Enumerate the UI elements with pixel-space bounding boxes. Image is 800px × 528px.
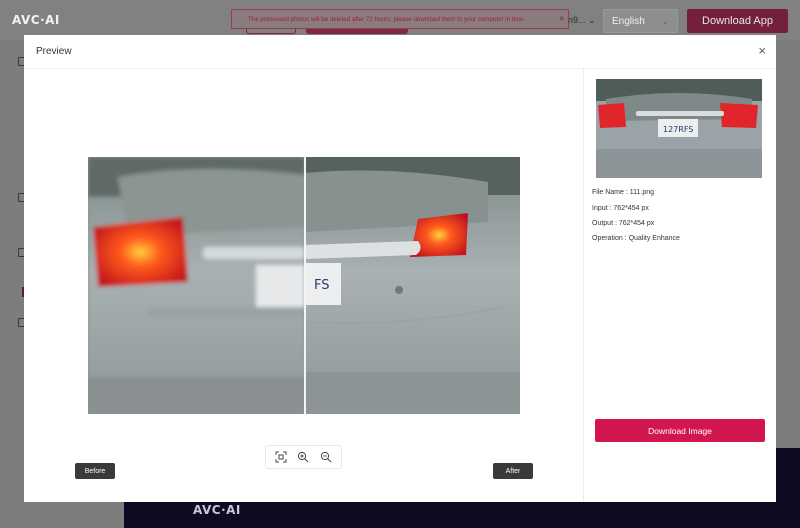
- zoom-toolbar: [265, 445, 342, 469]
- chevron-down-icon: ⌄: [661, 16, 669, 26]
- preview-modal: Preview × FS Before After 127RFS File Na…: [24, 35, 776, 502]
- deletion-notice-toast: The processed photos will be deleted aft…: [231, 9, 569, 29]
- zoom-in-icon[interactable]: [294, 448, 312, 466]
- before-label: Before: [75, 463, 115, 479]
- chevron-down-icon: ⌄: [588, 15, 596, 25]
- before-after-comparison[interactable]: FS: [88, 157, 520, 414]
- download-image-button[interactable]: Download Image: [595, 419, 765, 442]
- account-name: n9... ⌄: [568, 15, 596, 25]
- language-value: English: [612, 15, 645, 27]
- operation: Operation : Quality Enhance: [592, 235, 680, 242]
- modal-divider: [24, 68, 776, 69]
- result-thumbnail: 127RFS: [596, 79, 762, 178]
- download-app-button[interactable]: Download App: [687, 9, 788, 33]
- close-icon[interactable]: ×: [758, 43, 766, 58]
- toast-message: The processed photos will be deleted aft…: [248, 15, 526, 23]
- file-name: File Name : 111.png: [592, 189, 654, 196]
- zoom-out-icon[interactable]: [317, 448, 335, 466]
- input-size: Input : 762*454 px: [592, 205, 649, 212]
- footer-logo: AVC·AI: [193, 503, 241, 517]
- comparison-split-handle[interactable]: [304, 157, 306, 414]
- after-label: After: [493, 463, 533, 479]
- close-icon[interactable]: ×: [559, 14, 564, 23]
- app-logo[interactable]: AVC·AI: [12, 13, 60, 27]
- panel-divider: [583, 69, 584, 502]
- svg-text:FS: FS: [314, 278, 330, 293]
- fit-screen-icon[interactable]: [272, 448, 290, 466]
- output-size: Output : 762*454 px: [592, 220, 655, 227]
- language-select[interactable]: English ⌄: [603, 9, 678, 33]
- svg-text:127RFS: 127RFS: [663, 125, 693, 134]
- modal-title: Preview: [36, 46, 72, 57]
